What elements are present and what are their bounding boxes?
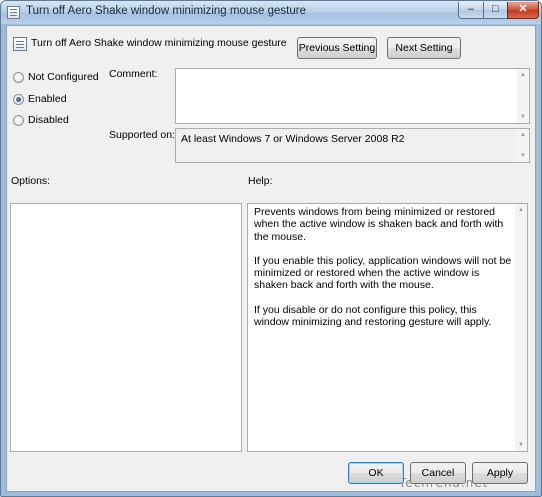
ok-button[interactable]: OK <box>348 462 404 484</box>
scroll-down-icon[interactable]: ▼ <box>515 439 527 451</box>
help-panel: Prevents windows from being minimized or… <box>247 203 528 452</box>
comment-label: Comment: <box>109 68 158 80</box>
supported-on-field: At least Windows 7 or Windows Server 200… <box>175 128 530 163</box>
help-label: Help: <box>248 175 273 187</box>
cancel-button[interactable]: Cancel <box>410 462 466 484</box>
previous-setting-button[interactable]: Previous Setting <box>297 37 377 59</box>
comment-field[interactable]: ▲ ▼ <box>175 68 530 124</box>
setting-title: Turn off Aero Shake window minimizing mo… <box>31 37 287 49</box>
comment-scrollbar[interactable]: ▲ ▼ <box>517 69 529 123</box>
radio-button-icon[interactable] <box>13 115 24 126</box>
scroll-up-icon[interactable]: ▲ <box>517 69 529 81</box>
dialog-body: Turn off Aero Shake window minimizing mo… <box>6 25 536 492</box>
help-text: Prevents windows from being minimized or… <box>254 206 514 340</box>
scroll-up-icon[interactable]: ▲ <box>515 204 527 216</box>
help-scrollbar[interactable]: ▲ ▼ <box>515 204 527 451</box>
next-setting-button[interactable]: Next Setting <box>387 37 461 59</box>
apply-button[interactable]: Apply <box>472 462 528 484</box>
options-panel <box>10 203 242 452</box>
maximize-button[interactable]: □ <box>483 2 508 19</box>
radio-label: Enabled <box>28 93 67 105</box>
radio-label: Not Configured <box>28 71 99 83</box>
radio-button-icon[interactable] <box>13 72 24 83</box>
supported-on-value: At least Windows 7 or Windows Server 200… <box>181 133 405 145</box>
scroll-up-icon[interactable]: ▲ <box>517 129 529 141</box>
policy-setting-icon <box>13 37 27 51</box>
help-paragraph: If you disable or do not configure this … <box>254 303 492 329</box>
radio-button-checked-icon[interactable] <box>13 94 24 105</box>
radio-label: Disabled <box>28 114 69 126</box>
supported-on-label: Supported on: <box>109 129 175 141</box>
options-label: Options: <box>11 175 51 187</box>
help-paragraph: Prevents windows from being minimized or… <box>254 206 504 243</box>
scroll-down-icon[interactable]: ▼ <box>517 111 529 123</box>
close-button[interactable]: ✕ <box>507 2 539 19</box>
help-paragraph: If you enable this policy, application w… <box>254 254 512 292</box>
minimize-button[interactable]: – <box>458 2 484 19</box>
scroll-down-icon[interactable]: ▼ <box>517 150 529 162</box>
window-title: Turn off Aero Shake window minimizing mo… <box>26 5 306 17</box>
supported-scrollbar[interactable]: ▲ ▼ <box>517 129 529 162</box>
policy-dialog-window: Turn off Aero Shake window minimizing mo… <box>0 0 542 497</box>
title-bar[interactable]: Turn off Aero Shake window minimizing mo… <box>1 1 541 24</box>
policy-setting-icon <box>7 6 20 19</box>
